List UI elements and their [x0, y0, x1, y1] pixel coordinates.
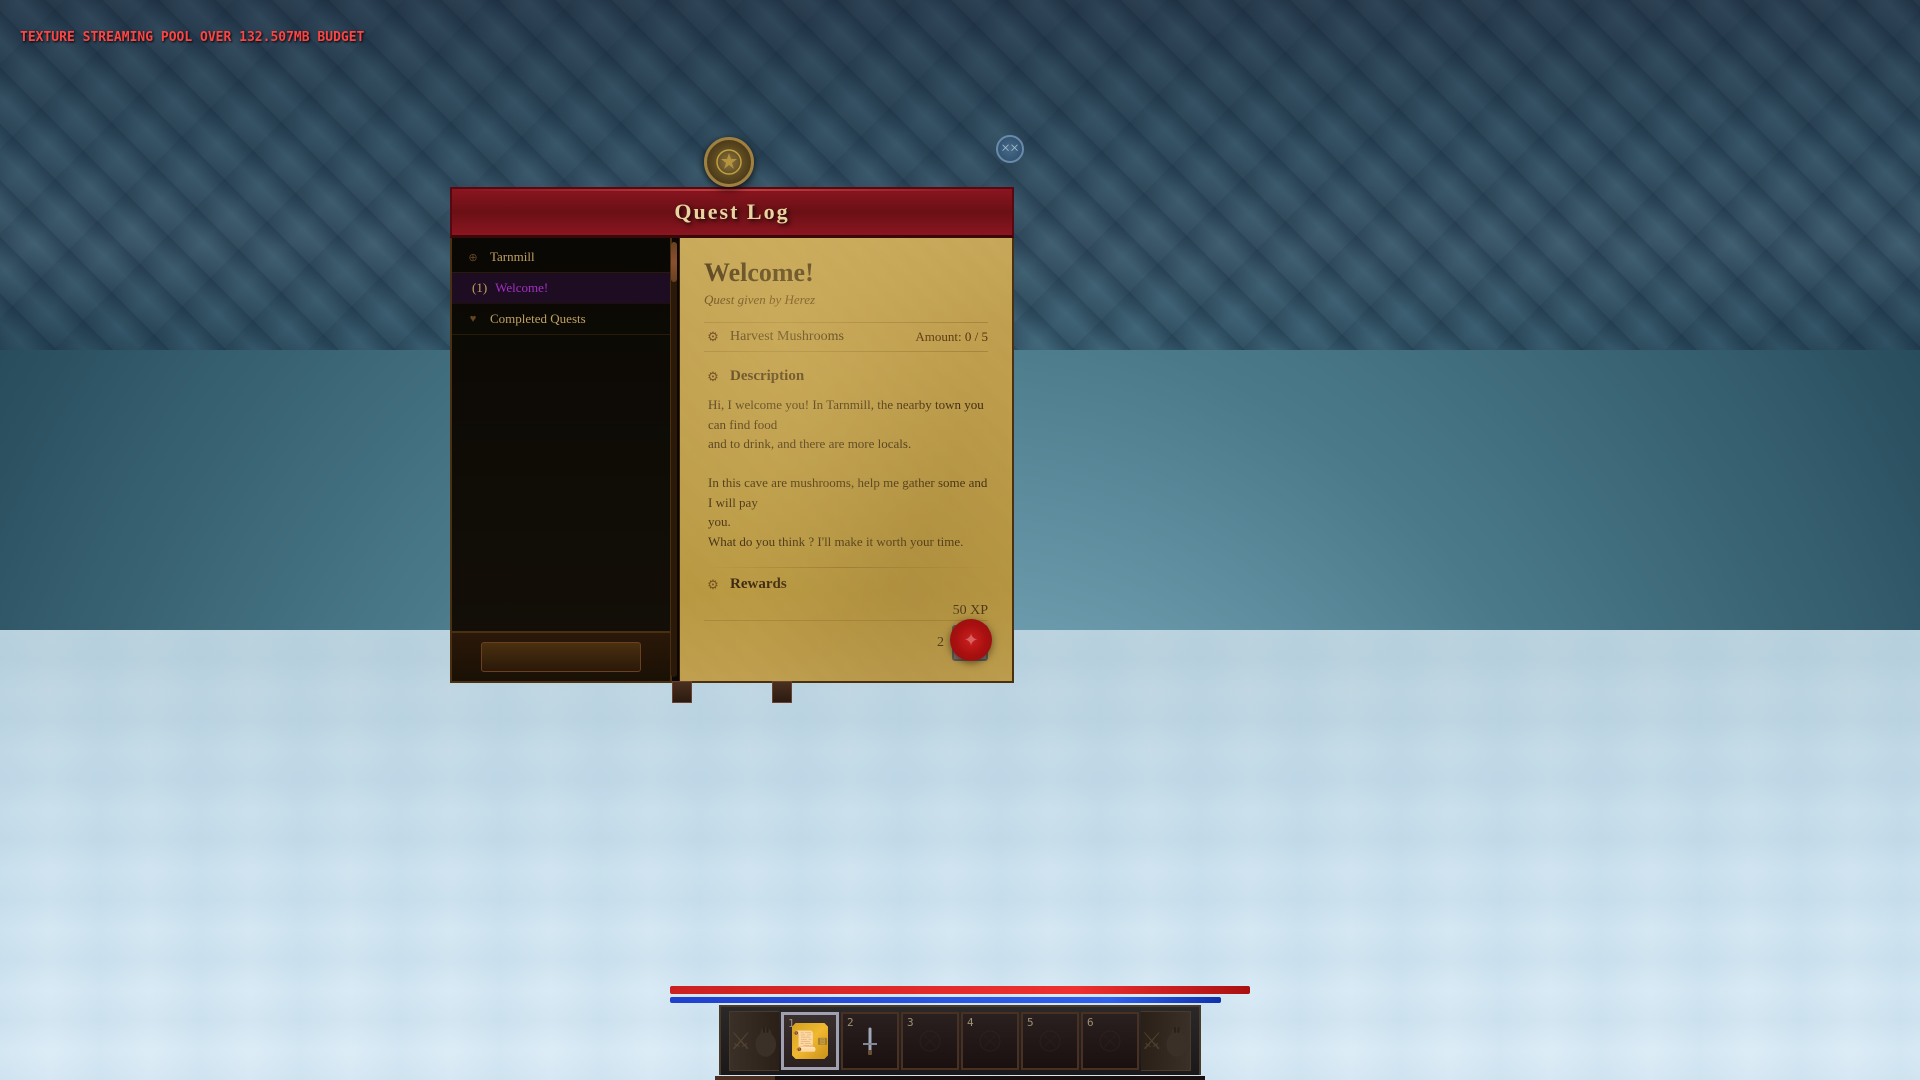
slot-number-4: 4: [967, 1016, 974, 1029]
sidebar-item-tarnmill[interactable]: ⊕ Tarnmill: [452, 242, 670, 273]
quest-window: × Quest Log ⊕ Tarnmill (1) Welcome!: [450, 165, 1014, 683]
sidebar-item-completed[interactable]: ♥ Completed Quests: [452, 304, 670, 335]
debug-text: TEXTURE STREAMING POOL OVER 132.507MB BU…: [20, 30, 364, 45]
stand-leg-left: [672, 681, 692, 703]
slot-number-5: 5: [1027, 1016, 1034, 1029]
left-panel: ⊕ Tarnmill (1) Welcome! ♥ Completed Ques…: [452, 238, 672, 681]
quest-giver: Quest given by Herez: [704, 292, 988, 308]
reward-item-count: 2: [937, 635, 944, 651]
hotbar-scroll-indicator: [715, 1076, 1205, 1080]
rewards-icon: ⚙: [704, 577, 722, 593]
left-bottom-area: [452, 631, 670, 681]
desc-line-5: What do you think ? I'll make it worth y…: [708, 534, 963, 549]
hotbar-container: 1 2: [670, 986, 1250, 1080]
slot-6-icon: [1090, 1021, 1130, 1061]
quest-number: (1): [472, 280, 487, 296]
slot-4-icon: [970, 1021, 1010, 1061]
quest-list: ⊕ Tarnmill (1) Welcome! ♥ Completed Ques…: [452, 238, 670, 631]
emblem-icon: [714, 147, 744, 177]
description-text: Hi, I welcome you! In Tarnmill, the near…: [704, 395, 988, 551]
mana-bar: [670, 997, 1221, 1003]
hotbar-scroll-thumb: [715, 1076, 775, 1080]
title-bar: Quest Log: [450, 187, 1014, 238]
window-stand: [672, 681, 792, 703]
heart-icon: ♥: [464, 311, 482, 327]
reward-items: 2: [704, 625, 988, 661]
horse-head-left-icon: [752, 1016, 779, 1066]
rewards-section: ⚙ Rewards 50 XP 2: [704, 576, 988, 661]
hotbar-right-decoration: [1141, 1011, 1191, 1071]
status-bars: [670, 986, 1250, 1003]
empty-slot-3-icon: [915, 1026, 945, 1056]
hotbar: 1 2: [719, 1005, 1201, 1075]
stand-leg-right: [772, 681, 792, 703]
completed-label: Completed Quests: [490, 311, 586, 327]
scrollbar-track: [671, 242, 677, 677]
objective-icon: ⚙: [704, 329, 722, 345]
empty-slot-4-icon: [975, 1026, 1005, 1056]
compass-icon: ⊕: [464, 249, 482, 265]
hotbar-slot-2[interactable]: 2: [841, 1012, 899, 1070]
quest-detail-title: Welcome!: [704, 258, 988, 288]
slot-number-6: 6: [1087, 1016, 1094, 1029]
bottom-divider: [704, 620, 988, 621]
desc-line-4: you.: [708, 514, 731, 529]
scrollbar-thumb[interactable]: [671, 242, 677, 282]
quest-objective: ⚙ Harvest Mushrooms Amount: 0 / 5: [704, 322, 988, 352]
rewards-header: ⚙ Rewards: [704, 576, 988, 593]
desc-line-1: Hi, I welcome you! In Tarnmill, the near…: [708, 397, 984, 432]
slot-2-icon: [850, 1021, 890, 1061]
rewards-title: Rewards: [730, 576, 787, 593]
tarnmill-label: Tarnmill: [490, 249, 535, 265]
objective-amount: Amount: 0 / 5: [915, 329, 988, 345]
parchment-divider: [704, 567, 988, 568]
hotbar-slot-3[interactable]: 3: [901, 1012, 959, 1070]
desc-line-2: and to drink, and there are more locals.: [708, 436, 911, 451]
quest-detail-panel: Welcome! Quest given by Herez ⚙ Harvest …: [680, 238, 1012, 681]
hotbar-slot-4[interactable]: 4: [961, 1012, 1019, 1070]
slot-number-2: 2: [847, 1016, 854, 1029]
slot-5-icon: [1030, 1021, 1070, 1061]
scrollbar-area: [672, 238, 680, 681]
scroll-svg: [817, 1024, 828, 1058]
reward-xp: 50 XP: [704, 603, 988, 619]
window-body: ⊕ Tarnmill (1) Welcome! ♥ Completed Ques…: [450, 238, 1014, 683]
hotbar-left-decoration: [729, 1011, 779, 1071]
emblem-circle: [704, 137, 754, 187]
desc-line-3: In this cave are mushrooms, help me gath…: [708, 475, 987, 510]
empty-slot-6-icon: [1095, 1026, 1125, 1056]
hotbar-slot-5[interactable]: 5: [1021, 1012, 1079, 1070]
close-button[interactable]: ×: [996, 135, 1024, 163]
window-emblem: [704, 137, 760, 193]
slot-1-icon: [790, 1021, 830, 1061]
hotbar-slot-1[interactable]: 1: [781, 1012, 839, 1070]
slot-number-3: 3: [907, 1016, 914, 1029]
window-title: Quest Log: [674, 199, 789, 224]
hotbar-slot-6[interactable]: 6: [1081, 1012, 1139, 1070]
scroll-item-icon: [792, 1023, 828, 1059]
health-bar: [670, 986, 1250, 994]
objective-label: Harvest Mushrooms: [730, 329, 907, 345]
sword-item-icon: [855, 1026, 885, 1056]
sidebar-item-welcome[interactable]: (1) Welcome!: [452, 273, 670, 304]
description-title: Description: [730, 368, 804, 385]
description-icon: ⚙: [704, 369, 722, 385]
empty-slot-5-icon: [1035, 1026, 1065, 1056]
bottom-button[interactable]: [481, 642, 641, 672]
slot-3-icon: [910, 1021, 950, 1061]
description-header: ⚙ Description: [704, 368, 988, 385]
quest-name: Welcome!: [495, 280, 548, 296]
horse-head-right-icon: [1163, 1016, 1190, 1066]
wax-seal: [950, 619, 992, 661]
